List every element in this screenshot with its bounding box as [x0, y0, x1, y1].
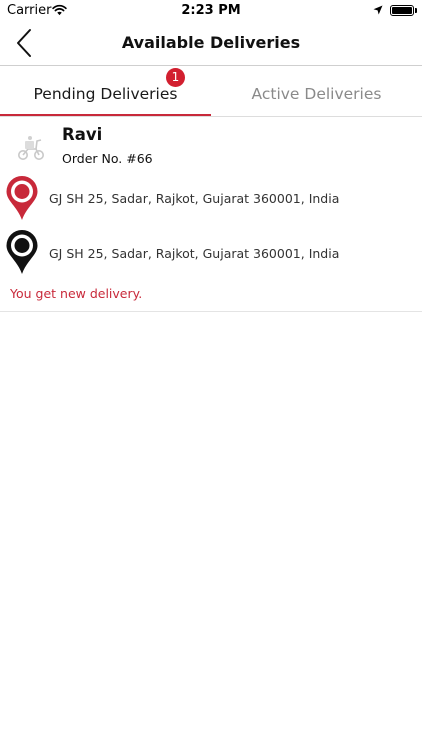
page-title: Available Deliveries — [121, 33, 301, 52]
delivery-status-message: You get new delivery. — [10, 286, 143, 301]
delivery-list-item[interactable]: Ravi Order No. #66 GJ SH 25, Sadar, Rajk… — [0, 117, 422, 312]
order-number: Order No. #66 — [62, 151, 153, 166]
customer-name: Ravi — [62, 125, 103, 144]
tab-selected-indicator — [0, 114, 211, 116]
notification-badge: 1 — [166, 68, 185, 87]
map-pin-icon — [6, 176, 38, 220]
pickup-address: GJ SH 25, Sadar, Rajkot, Gujarat 360001,… — [49, 191, 340, 206]
tab-bar: Pending Deliveries 1 Active Deliveries — [0, 67, 422, 117]
tab-label: Active Deliveries — [251, 85, 382, 103]
drop-address: GJ SH 25, Sadar, Rajkot, Gujarat 360001,… — [49, 246, 340, 261]
battery-tip — [415, 8, 417, 13]
status-bar: Carrier 2:23 PM — [0, 0, 422, 22]
navigation-bar: Available Deliveries — [0, 22, 422, 66]
location-arrow-icon — [373, 5, 383, 15]
tab-active-deliveries[interactable]: Active Deliveries — [211, 67, 422, 116]
map-pin-icon — [6, 230, 38, 274]
scooter-icon — [18, 136, 44, 160]
battery-icon — [390, 5, 414, 16]
clock: 2:23 PM — [181, 3, 241, 18]
tab-label: Pending Deliveries — [33, 85, 178, 103]
